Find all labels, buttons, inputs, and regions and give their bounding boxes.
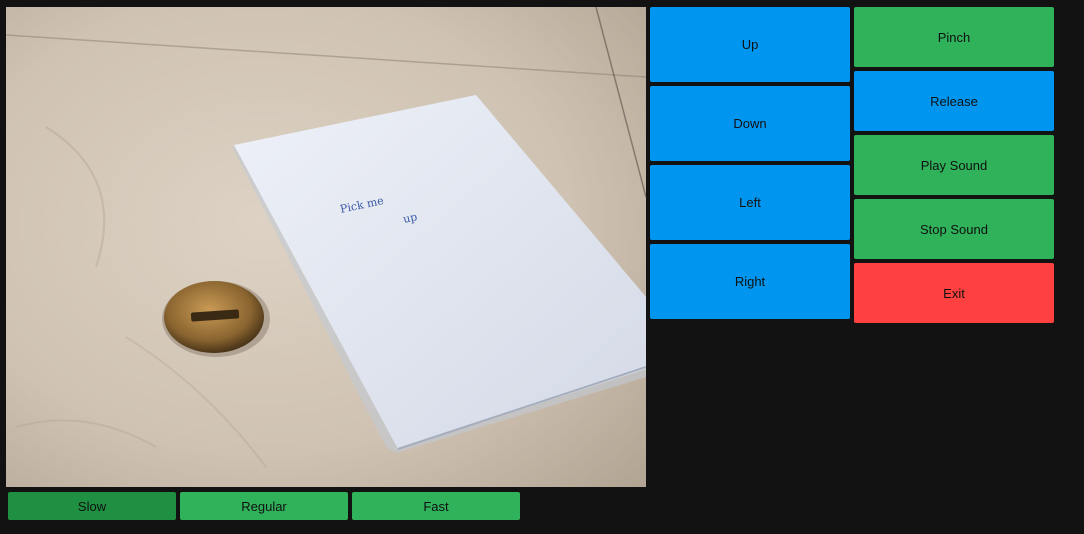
speed-slow-button[interactable]: Slow: [8, 492, 176, 520]
speed-regular-button[interactable]: Regular: [180, 492, 348, 520]
left-button[interactable]: Left: [650, 165, 850, 240]
stop-sound-button[interactable]: Stop Sound: [854, 199, 1054, 259]
up-button[interactable]: Up: [650, 7, 850, 82]
speed-fast-button[interactable]: Fast: [352, 492, 520, 520]
down-button[interactable]: Down: [650, 86, 850, 161]
release-button[interactable]: Release: [854, 71, 1054, 131]
pinch-button[interactable]: Pinch: [854, 7, 1054, 67]
camera-image: Pick me up: [6, 7, 646, 487]
play-sound-button[interactable]: Play Sound: [854, 135, 1054, 195]
right-button[interactable]: Right: [650, 244, 850, 319]
exit-button[interactable]: Exit: [854, 263, 1054, 323]
camera-feed: Pick me up: [6, 7, 646, 487]
